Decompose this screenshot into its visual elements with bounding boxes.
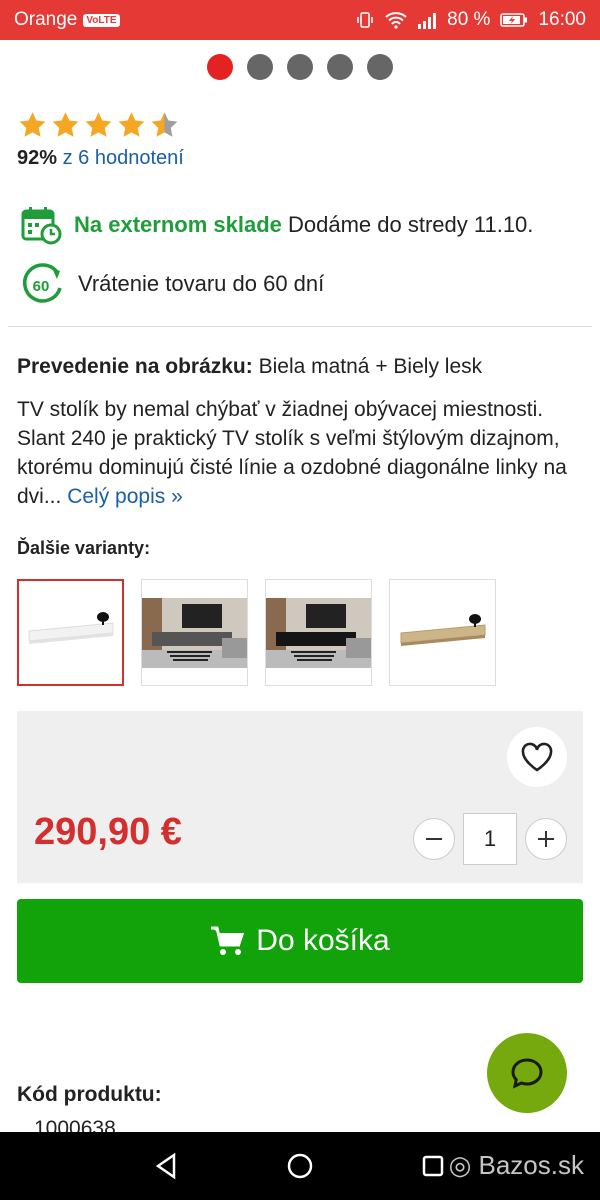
status-bar: Orange VoLTE 80 % 16:00 (0, 0, 600, 40)
price-box: 290,90 € 1 (17, 711, 583, 883)
carousel-dot-5[interactable] (367, 54, 393, 80)
star-icon (118, 112, 145, 137)
star-icon (85, 112, 112, 137)
returns-info: 60 Vrátenie tovaru do 60 dní (20, 262, 324, 306)
carrier-name: Orange (14, 9, 78, 30)
minus-icon (426, 838, 442, 840)
divider (8, 326, 592, 327)
chat-icon (511, 1058, 543, 1089)
product-description: TV stolík by nemal chýbať v žiadnej obýv… (17, 395, 577, 511)
stock-status: Na externom sklade (74, 212, 282, 237)
vibrate-icon (355, 10, 375, 30)
half-star-icon (151, 112, 178, 137)
add-to-favorites-button[interactable] (507, 727, 567, 787)
carousel-dot-1[interactable] (207, 54, 233, 80)
wifi-icon (385, 11, 407, 29)
carousel-dot-3[interactable] (287, 54, 313, 80)
returns-text: Vrátenie tovaru do 60 dní (78, 271, 325, 296)
variant-thumbnail-white[interactable] (17, 579, 124, 686)
clock: 16:00 (538, 9, 586, 30)
quantity-stepper: 1 (413, 813, 567, 865)
return-60-icon: 60 (22, 263, 62, 303)
volte-badge: VoLTE (83, 13, 120, 27)
variant-line: Prevedenie na obrázku: Biela matná + Bie… (17, 355, 482, 379)
rating-stars (17, 110, 180, 140)
increase-quantity-button[interactable] (525, 818, 567, 860)
black-tv-stand-image (266, 580, 371, 685)
battery-icon (500, 12, 528, 28)
carousel-dot-4[interactable] (327, 54, 353, 80)
home-icon[interactable] (285, 1151, 315, 1181)
reviews-link[interactable]: z 6 hodnotení (63, 147, 184, 169)
battery-percent: 80 % (447, 9, 491, 30)
plus-icon (538, 831, 554, 847)
product-price: 290,90 € (34, 811, 182, 853)
heart-icon (521, 742, 553, 772)
add-to-cart-label: Do košíka (256, 924, 390, 957)
full-description-link[interactable]: Celý popis » (67, 485, 183, 508)
signal-icon (417, 11, 437, 29)
star-icon (19, 112, 46, 137)
variant-thumbnail-oak[interactable] (389, 579, 496, 686)
delivery-date: Dodáme do stredy 11.10. (288, 212, 534, 237)
image-carousel-dots (0, 54, 600, 80)
calendar-icon (21, 207, 62, 245)
variant-label: Prevedenie na obrázku: (17, 355, 253, 378)
quantity-input[interactable]: 1 (463, 813, 517, 865)
variant-thumbnail-black[interactable] (265, 579, 372, 686)
star-icon (52, 112, 79, 137)
product-code-label: Kód produktu: (17, 1083, 162, 1106)
white-tv-stand-image (20, 582, 121, 683)
chat-button[interactable] (487, 1033, 567, 1113)
rating-summary: 92% z 6 hodnotení (17, 147, 184, 170)
stock-info: Na externom sklade Dodáme do stredy 11.1… (20, 205, 533, 245)
decrease-quantity-button[interactable] (413, 818, 455, 860)
status-indicators: 80 % 16:00 (355, 9, 586, 31)
carousel-dot-2[interactable] (247, 54, 273, 80)
back-icon[interactable] (152, 1151, 182, 1181)
watermark-text: Bazos.sk (478, 1150, 585, 1180)
camera-icon: ◎ (448, 1150, 472, 1180)
rating-percent: 92% (17, 147, 58, 169)
cart-icon (211, 926, 245, 955)
add-to-cart-button[interactable]: Do košíka (17, 899, 583, 983)
variant-value: Biela matná + Biely lesk (258, 355, 483, 378)
carrier: Orange VoLTE (14, 9, 120, 31)
return-badge: 60 (33, 278, 50, 295)
grey-tv-stand-image (142, 580, 247, 685)
recents-icon[interactable] (418, 1151, 448, 1181)
variants-title: Ďalšie varianty: (17, 538, 151, 558)
oak-tv-stand-image (392, 582, 493, 683)
variant-thumbnails (17, 579, 496, 686)
watermark: ◎ Bazos.sk (449, 1150, 584, 1181)
variant-thumbnail-grey[interactable] (141, 579, 248, 686)
